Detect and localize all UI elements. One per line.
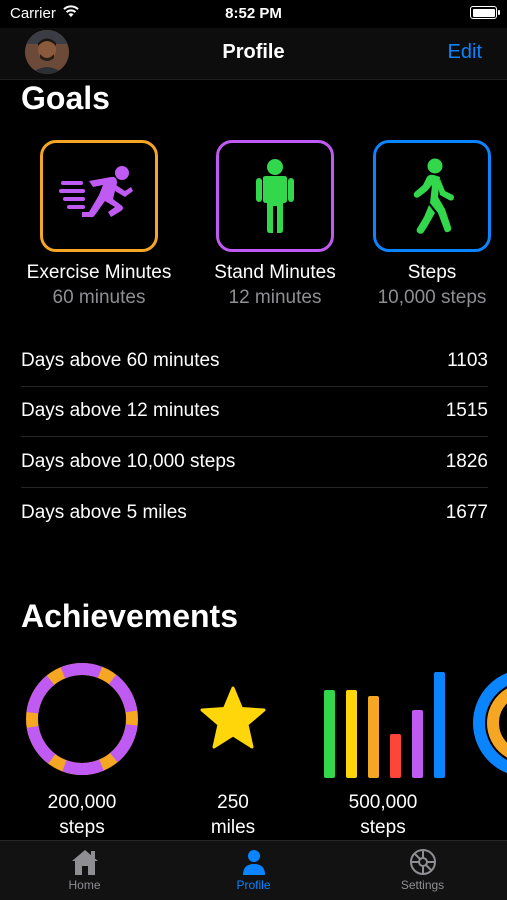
- achievement-next-partial-icon[interactable]: [472, 668, 507, 778]
- goal-name: Exercise Minutes: [26, 262, 172, 283]
- stat-label: Days above 10,000 steps: [21, 450, 236, 472]
- goal-steps-box: [373, 140, 491, 252]
- edit-button[interactable]: Edit: [448, 41, 482, 64]
- goal-name: Stand Minutes: [214, 262, 336, 283]
- goal-exercise-box: [40, 140, 158, 252]
- tab-settings[interactable]: Settings: [338, 841, 507, 900]
- stat-value: 1515: [445, 400, 488, 422]
- goal-value: 12 minutes: [228, 287, 322, 308]
- achievement-value: 200,000: [47, 792, 117, 813]
- tab-label: Settings: [400, 878, 445, 892]
- tab-label: Home: [68, 878, 101, 892]
- goal-steps[interactable]: Steps 10,000 steps: [347, 140, 507, 309]
- goal-value: 10,000 steps: [377, 287, 487, 308]
- achievement-value: 500,000: [348, 792, 418, 813]
- goal-value: 60 minutes: [52, 287, 146, 308]
- achievement-500k-steps[interactable]: 500,000 steps: [318, 660, 448, 840]
- page-title: Profile: [222, 41, 285, 63]
- achievement-200k-steps[interactable]: 200,000 steps: [22, 660, 142, 840]
- tab-profile[interactable]: Profile: [169, 841, 338, 900]
- goal-stand-box: [216, 140, 334, 252]
- achievements-heading: Achievements: [21, 598, 238, 634]
- ring-badge-icon: [26, 663, 138, 775]
- stat-label: Days above 60 minutes: [21, 349, 220, 371]
- clock: 8:52 PM: [225, 5, 282, 22]
- stat-label: Days above 12 minutes: [21, 400, 220, 422]
- list-item: Days above 12 minutes 1515: [21, 387, 488, 437]
- goal-stats-list: Days above 60 minutes 1103 Days above 12…: [21, 336, 488, 538]
- tab-label: Profile: [236, 878, 271, 892]
- list-item: Days above 10,000 steps 1826: [21, 437, 488, 488]
- house-icon: [71, 850, 98, 875]
- goals-heading: Goals: [21, 80, 110, 116]
- achievement-unit: steps: [360, 817, 406, 838]
- stat-value: 1677: [445, 501, 488, 523]
- standing-figure-icon: [256, 159, 294, 233]
- stat-value: 1826: [445, 450, 488, 472]
- list-item: Days above 5 miles 1677: [21, 488, 488, 539]
- tab-home[interactable]: Home: [0, 841, 169, 900]
- gear-icon: [409, 849, 436, 875]
- goal-exercise-minutes[interactable]: Exercise Minutes 60 minutes: [14, 140, 184, 309]
- navigation-bar: Profile Edit: [0, 28, 507, 80]
- achievement-250-miles[interactable]: 250 miles: [173, 660, 293, 840]
- status-bar: Carrier 8:52 PM: [0, 0, 507, 28]
- star-badge-icon: [200, 686, 266, 749]
- stat-label: Days above 5 miles: [21, 501, 187, 523]
- bars-badge-icon: [324, 672, 445, 778]
- achievement-unit: miles: [210, 817, 256, 838]
- person-icon: [242, 850, 265, 875]
- achievement-unit: steps: [59, 817, 105, 838]
- achievement-value: 250: [217, 792, 249, 813]
- goal-stand-minutes[interactable]: Stand Minutes 12 minutes: [190, 140, 360, 309]
- battery-icon: [470, 6, 500, 19]
- running-figure-icon: [59, 166, 133, 218]
- walking-figure-icon: [413, 158, 454, 234]
- list-item: Days above 60 minutes 1103: [21, 336, 488, 387]
- tab-bar: Home Profile Settings: [0, 840, 507, 900]
- goal-name: Steps: [407, 262, 457, 283]
- stat-value: 1103: [447, 349, 488, 371]
